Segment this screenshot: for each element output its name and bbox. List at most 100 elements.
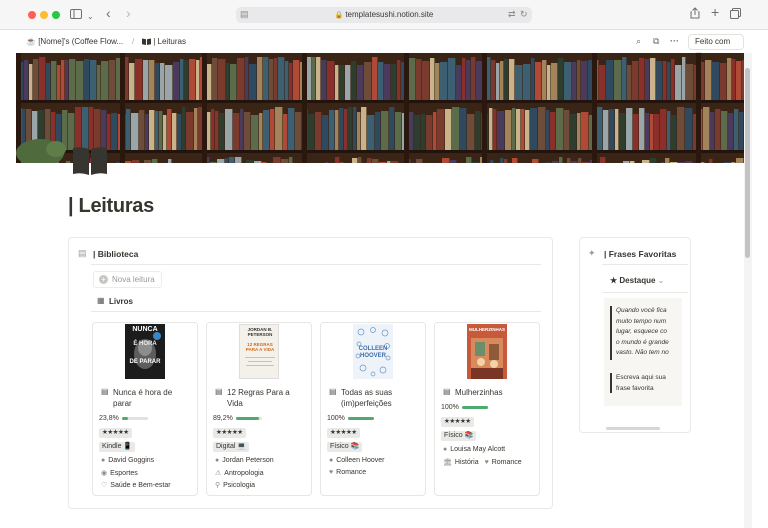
- breadcrumb-workspace[interactable]: ☕ [Nome]'s (Coffee Flow...: [26, 37, 123, 46]
- book-title[interactable]: Nunca é hora de parar: [113, 387, 193, 409]
- book-cover-alcott: MULHERZINHAS: [467, 324, 507, 379]
- forward-arrow-icon[interactable]: ›: [126, 5, 131, 21]
- reading-progress: 89,2%: [213, 415, 262, 422]
- rating-stars: ★★★★★: [213, 428, 246, 438]
- reading-progress: 100%: [441, 404, 488, 411]
- made-with-notion-button[interactable]: Feito com ▣: [688, 34, 744, 60]
- divider: [602, 292, 688, 293]
- lock-icon: 🔒: [334, 12, 344, 19]
- divider: [602, 264, 688, 265]
- browser-toolbar: ⌄ ‹ › ▤ 🔒 templatesushi.notion.site ⇄ ↻ +: [0, 0, 768, 30]
- minimize-window-button[interactable]: [40, 11, 48, 19]
- url-text: templatesushi.notion.site: [345, 10, 434, 19]
- book-title[interactable]: Todas as suas (im)perfeições: [341, 387, 421, 409]
- heart-icon: ♥: [329, 469, 334, 476]
- quote-card-new[interactable]: Escreva aqui sua frase favorita: [604, 366, 682, 406]
- book-card[interactable]: JORDAN B. PETERSON 12 REGRAS PARA A VIDA ▤…: [206, 322, 312, 496]
- gallery-view-tab[interactable]: Livros: [109, 297, 133, 306]
- quote-text: Quando você fica muito tempo num lugar, …: [616, 307, 669, 356]
- genre-property: ◉ Esportes: [101, 470, 138, 477]
- book-card[interactable]: COLLEEN HOOVER ▤ Todas as suas (im)perfeiç…: [320, 322, 426, 496]
- quote-placeholder: Escreva aqui sua frase favorita: [616, 374, 666, 392]
- search-icon[interactable]: ⌕: [636, 36, 641, 47]
- book-title[interactable]: Mulherzinhas: [455, 387, 535, 398]
- progress-bar-fill: [121, 416, 129, 420]
- new-tab-icon[interactable]: +: [711, 4, 719, 20]
- frases-favoritas-panel: ✦ | Frases Favoritas ★ Destaque ⌄ Quando…: [579, 237, 691, 433]
- divider: [91, 311, 541, 312]
- destaque-view-tab[interactable]: ★ Destaque ⌄: [610, 276, 664, 285]
- reload-icon[interactable]: ↻: [520, 9, 528, 20]
- cover-title: 12 REGRAS PARA A VIDA: [245, 342, 275, 352]
- divider: [91, 264, 541, 265]
- tab-overview-icon[interactable]: [730, 7, 741, 23]
- sparkles-icon: ✦: [588, 248, 596, 258]
- more-options-icon[interactable]: ···: [670, 36, 679, 46]
- author-property: ● Louisa May Alcott: [443, 446, 506, 453]
- new-reading-button[interactable]: + Nova leitura: [93, 271, 162, 288]
- quote-card[interactable]: Quando você fica muito tempo num lugar, …: [604, 298, 682, 366]
- back-arrow-icon[interactable]: ‹: [106, 5, 111, 21]
- breadcrumb-current[interactable]: | Leituras: [142, 37, 186, 46]
- format-tag: Físico 📚: [327, 442, 363, 452]
- star-icon: ★: [610, 276, 618, 285]
- rating-stars: ★★★★★: [327, 428, 360, 438]
- cover-title: MULHERZINHAS: [469, 327, 505, 332]
- genre-property: ⚲ Psicologia: [215, 482, 256, 489]
- translate-icon[interactable]: ⇄: [508, 9, 516, 20]
- share-icon[interactable]: [690, 7, 700, 23]
- genre-property: ⚠ Antropologia: [215, 470, 264, 477]
- chevron-down-icon[interactable]: ⌄: [87, 9, 94, 25]
- document-icon: ▤: [443, 387, 451, 396]
- author-property: ● Jordan Peterson: [215, 457, 274, 464]
- book-cover-peterson: JORDAN B. PETERSON 12 REGRAS PARA A VIDA: [239, 324, 279, 379]
- book-card[interactable]: MULHERZINHAS ▤ Mulherzinhas 100% ★★★★★ F…: [434, 322, 540, 496]
- heart-icon: ♡: [101, 482, 108, 489]
- open-book-icon: [142, 38, 151, 45]
- progress-bar-fill: [235, 416, 260, 420]
- person-icon: ●: [329, 457, 334, 464]
- book-title[interactable]: 12 Regras Para a Vida: [227, 387, 307, 409]
- close-window-button[interactable]: [28, 11, 36, 19]
- grid-view-icon[interactable]: ▦: [97, 296, 105, 305]
- quote-bar: [610, 373, 612, 393]
- progress-bar-fill: [347, 416, 374, 420]
- person-icon: ●: [443, 446, 448, 453]
- breadcrumb-separator: /: [132, 37, 135, 46]
- cover-image: [16, 53, 744, 163]
- quote-bar: [610, 306, 612, 360]
- book-cover-area: MULHERZINHAS: [435, 323, 539, 381]
- book-card[interactable]: NUNCA É HORA DE PARAR ▤ Nunca é hora de p…: [92, 322, 198, 496]
- sidebar-toggle-icon[interactable]: [70, 7, 82, 23]
- book-cover-goggins: NUNCA É HORA DE PARAR: [125, 324, 165, 379]
- person-icon: ●: [101, 457, 106, 464]
- address-bar[interactable]: ▤ 🔒 templatesushi.notion.site ⇄ ↻: [236, 7, 532, 23]
- gallery-scrollbar[interactable]: [606, 427, 660, 430]
- page-scrollbar-thumb[interactable]: [745, 68, 750, 258]
- frases-title: | Frases Favoritas: [604, 249, 677, 259]
- open-book-icon[interactable]: [72, 146, 108, 178]
- format-tag: Digital 💻: [213, 442, 250, 452]
- reading-progress: 23,8%: [99, 415, 148, 422]
- building-icon: 🏛: [443, 459, 452, 466]
- warning-icon: ⚠: [215, 470, 222, 477]
- bookshelf-illustration: [16, 53, 744, 163]
- document-stack-icon: ▤: [78, 248, 87, 258]
- document-icon: ▤: [329, 387, 337, 396]
- cover-author: JORDAN B. PETERSON: [247, 327, 273, 337]
- heart-icon: ♥: [484, 459, 489, 466]
- format-tag: Físico 📚: [441, 431, 477, 441]
- document-icon: ▤: [101, 387, 109, 396]
- zoom-window-button[interactable]: [52, 11, 60, 19]
- rating-stars: ★★★★★: [441, 417, 474, 427]
- biblioteca-panel: ▤ | Biblioteca + Nova leitura ▦ Livros N…: [68, 237, 553, 509]
- book-cover-hoover: COLLEEN HOOVER: [353, 324, 393, 379]
- cover-author: COLLEEN HOOVER: [358, 346, 388, 359]
- duplicate-icon[interactable]: ⧉: [653, 36, 659, 47]
- document-icon: ▤: [215, 387, 223, 396]
- book-cover-area: NUNCA É HORA DE PARAR: [93, 323, 197, 381]
- brain-icon: ⚲: [215, 482, 221, 489]
- notion-topbar: ☕ [Nome]'s (Coffee Flow... / | Leituras …: [16, 31, 744, 60]
- chevron-down-icon: ⌄: [657, 276, 665, 285]
- rating-stars: ★★★★★: [99, 428, 132, 438]
